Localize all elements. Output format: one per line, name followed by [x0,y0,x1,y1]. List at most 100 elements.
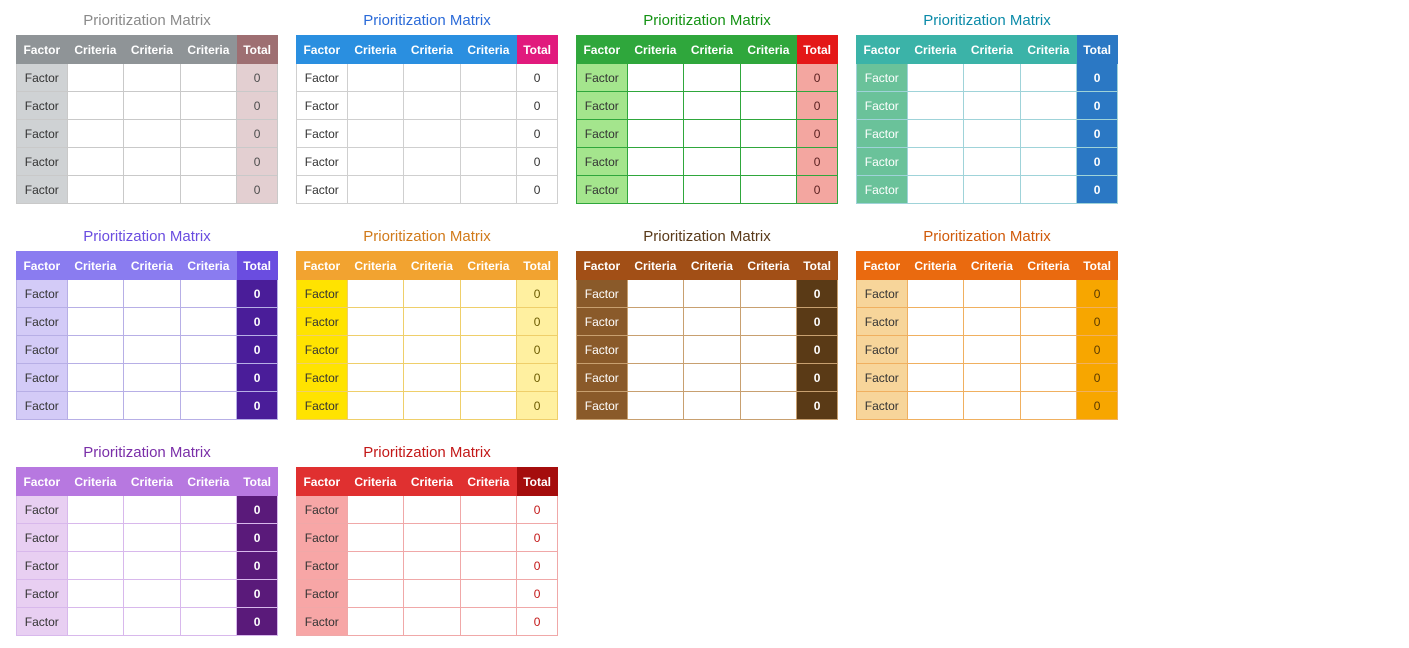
col-criteria: Criteria [627,36,684,64]
total-cell: 0 [797,280,838,308]
criteria-cell [627,92,684,120]
factor-cell: Factor [17,176,68,204]
col-criteria: Criteria [964,36,1021,64]
factor-cell: Factor [577,92,628,120]
criteria-cell [124,64,181,92]
criteria-cell [627,64,684,92]
criteria-cell [404,608,461,636]
col-factor: Factor [297,252,348,280]
factor-cell: Factor [17,280,68,308]
table-row: Factor0 [297,308,558,336]
col-criteria: Criteria [1020,36,1077,64]
table-row: Factor0 [297,552,558,580]
table-row: Factor0 [857,364,1118,392]
table-row: Factor0 [577,336,838,364]
criteria-cell [964,148,1021,176]
criteria-cell [404,580,461,608]
criteria-cell [124,608,181,636]
criteria-cell [124,392,181,420]
criteria-cell [404,64,461,92]
criteria-cell [684,392,741,420]
criteria-cell [1020,392,1077,420]
criteria-cell [460,64,517,92]
col-criteria: Criteria [347,468,404,496]
criteria-cell [347,580,404,608]
criteria-cell [347,608,404,636]
col-criteria: Criteria [907,252,964,280]
criteria-cell [347,552,404,580]
criteria-cell [67,308,124,336]
total-cell: 0 [237,280,278,308]
criteria-cell [684,148,741,176]
table-row: Factor0 [17,580,278,608]
criteria-cell [404,336,461,364]
factor-cell: Factor [577,64,628,92]
matrix-purple: Prioritization Matrix FactorCriteriaCrite… [16,228,278,420]
criteria-cell [907,176,964,204]
matrix-table: FactorCriteriaCriteriaCriteriaTotalFacto… [16,251,278,420]
table-row: Factor0 [577,392,838,420]
matrix-title: Prioritization Matrix [296,228,558,245]
table-row: Factor0 [577,176,838,204]
total-cell: 0 [797,120,838,148]
criteria-cell [404,524,461,552]
criteria-cell [180,120,237,148]
criteria-cell [180,176,237,204]
col-factor: Factor [17,36,68,64]
criteria-cell [740,92,797,120]
total-cell: 0 [237,64,278,92]
table-row: Factor0 [17,524,278,552]
criteria-cell [907,92,964,120]
criteria-cell [740,64,797,92]
criteria-cell [964,336,1021,364]
col-criteria: Criteria [404,36,461,64]
criteria-cell [404,552,461,580]
matrix-table: FactorCriteriaCriteriaCriteriaTotalFacto… [16,35,278,204]
criteria-cell [964,64,1021,92]
criteria-cell [907,148,964,176]
criteria-cell [67,524,124,552]
matrix-title: Prioritization Matrix [296,12,558,29]
col-total: Total [797,252,838,280]
factor-cell: Factor [577,120,628,148]
criteria-cell [404,176,461,204]
table-row: Factor0 [857,308,1118,336]
criteria-cell [347,280,404,308]
col-criteria: Criteria [684,252,741,280]
total-cell: 0 [237,148,278,176]
criteria-cell [964,120,1021,148]
factor-cell: Factor [297,580,348,608]
criteria-cell [627,336,684,364]
total-cell: 0 [237,496,278,524]
criteria-cell [347,496,404,524]
factor-cell: Factor [17,308,68,336]
criteria-cell [964,280,1021,308]
criteria-cell [460,392,517,420]
criteria-cell [907,364,964,392]
criteria-cell [1020,336,1077,364]
criteria-cell [124,552,181,580]
matrix-title: Prioritization Matrix [16,228,278,245]
criteria-cell [67,496,124,524]
criteria-cell [907,336,964,364]
criteria-cell [124,92,181,120]
matrix-table: FactorCriteriaCriteriaCriteriaTotalFacto… [856,251,1118,420]
col-criteria: Criteria [740,36,797,64]
criteria-cell [684,364,741,392]
matrix-red: Prioritization MatrixFactorCriteriaCrite… [296,444,558,636]
criteria-cell [684,92,741,120]
table-row: Factor0 [297,148,558,176]
criteria-cell [907,120,964,148]
factor-cell: Factor [17,148,68,176]
criteria-cell [460,524,517,552]
table-row: Factor 0 [577,120,838,148]
total-cell: 0 [517,524,558,552]
criteria-cell [67,364,124,392]
factor-cell: Factor [297,280,348,308]
total-cell: 0 [797,392,838,420]
factor-cell: Factor [297,364,348,392]
table-row: Factor0 [17,64,278,92]
total-cell: 0 [237,308,278,336]
criteria-cell [347,64,404,92]
criteria-cell [180,524,237,552]
